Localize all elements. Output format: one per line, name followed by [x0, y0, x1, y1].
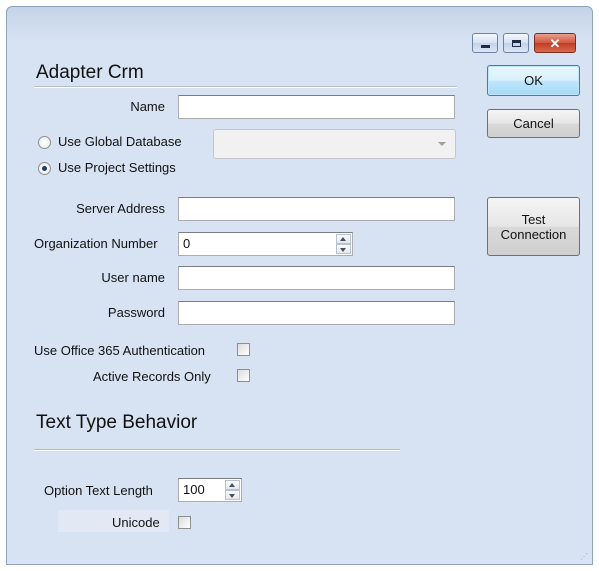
close-button[interactable]: ✕ [534, 33, 576, 53]
password-label: Password [107, 305, 165, 320]
maximize-icon [511, 39, 521, 47]
password-input[interactable] [178, 301, 455, 325]
spin-up-icon[interactable] [336, 234, 351, 244]
option-text-length-value: 100 [183, 482, 205, 497]
adapter-heading: Adapter Crm [36, 62, 144, 83]
adapter-divider [34, 86, 457, 88]
text-type-heading: Text Type Behavior [36, 412, 198, 433]
server-address-label: Server Address [76, 201, 165, 216]
unicode-label: Unicode [112, 515, 160, 530]
spin-down-icon[interactable] [225, 490, 240, 500]
server-address-input[interactable] [178, 197, 455, 221]
use-global-database-label: Use Global Database [58, 134, 182, 149]
name-label: Name [130, 99, 165, 114]
office365-auth-label: Use Office 365 Authentication [34, 343, 206, 358]
organization-number-label: Organization Number [34, 236, 158, 251]
office365-auth-checkbox[interactable] [237, 343, 250, 356]
chevron-down-icon [438, 142, 446, 146]
spin-down-icon[interactable] [336, 244, 351, 254]
use-project-settings-label: Use Project Settings [58, 160, 176, 175]
test-connection-button[interactable]: Test Connection [487, 197, 580, 256]
cancel-button-label: Cancel [513, 116, 554, 131]
use-project-settings-radio[interactable] [38, 162, 51, 175]
test-connection-button-label: Test Connection [500, 211, 567, 242]
resize-grip-icon[interactable]: ⋰ [578, 553, 588, 563]
use-global-database-radio[interactable] [38, 136, 51, 149]
text-type-divider [34, 449, 400, 451]
unicode-checkbox[interactable] [178, 516, 191, 529]
minimize-icon [480, 44, 490, 48]
organization-number-stepper[interactable]: 0 [178, 232, 353, 256]
active-records-checkbox[interactable] [237, 369, 250, 382]
ok-button-label: OK [524, 73, 543, 88]
global-database-select[interactable] [213, 129, 456, 159]
name-input[interactable] [178, 95, 455, 119]
option-text-length-stepper[interactable]: 100 [178, 478, 242, 502]
ok-button[interactable]: OK [487, 65, 580, 96]
user-name-label: User name [101, 270, 165, 285]
organization-number-value: 0 [183, 236, 191, 251]
maximize-button[interactable] [503, 33, 529, 53]
close-icon: ✕ [549, 35, 561, 51]
spin-up-icon[interactable] [225, 480, 240, 490]
option-text-length-label: Option Text Length [44, 483, 153, 498]
minimize-button[interactable] [472, 33, 498, 53]
active-records-label: Active Records Only [93, 369, 211, 384]
user-name-input[interactable] [178, 266, 455, 290]
cancel-button[interactable]: Cancel [487, 109, 580, 138]
